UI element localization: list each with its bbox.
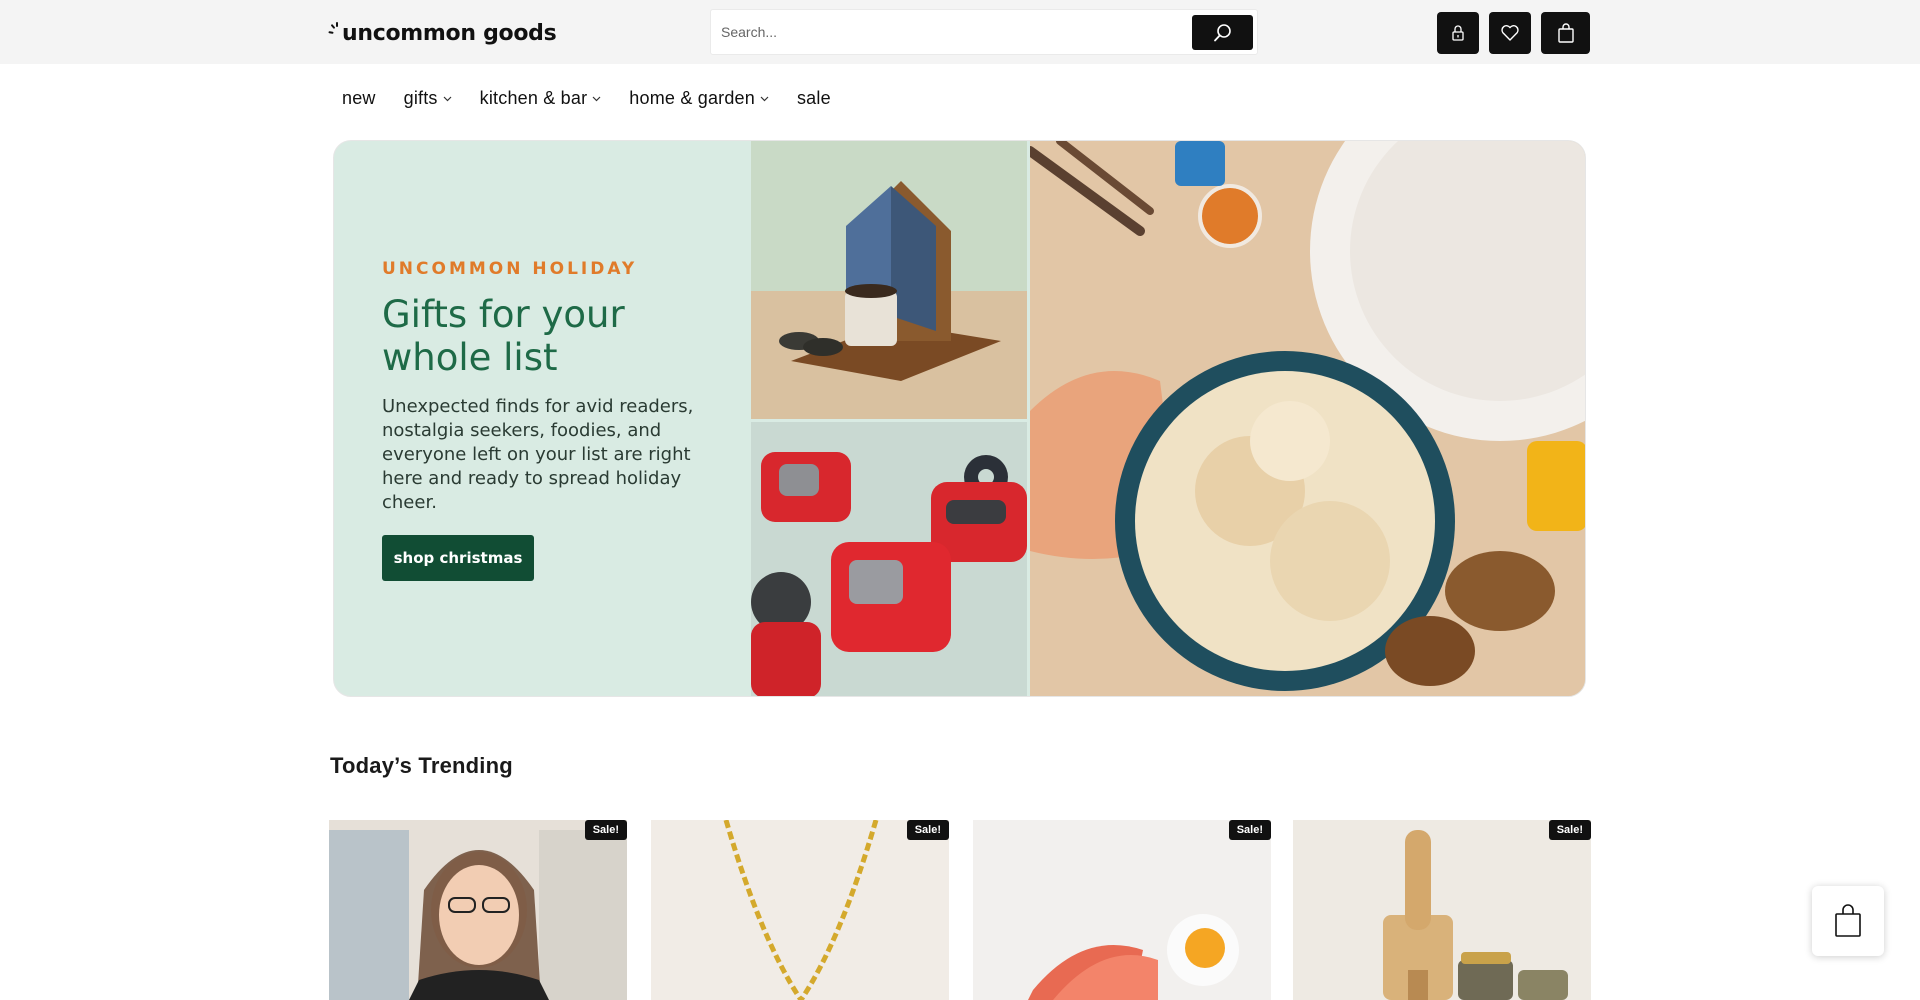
- trending-title: Today’s Trending: [330, 753, 513, 778]
- nav-item-new[interactable]: new: [342, 88, 376, 109]
- hero-copy: UNCOMMON HOLIDAY Gifts for your whole li…: [382, 259, 722, 515]
- hero-banner[interactable]: UNCOMMON HOLIDAY Gifts for your whole li…: [333, 140, 1586, 697]
- chevron-down-icon: [443, 96, 452, 102]
- chevron-down-icon: [592, 96, 601, 102]
- hero-body: Unexpected finds for avid readers, nosta…: [382, 396, 694, 513]
- product-card[interactable]: Sale!: [651, 820, 949, 1000]
- hero-photo-popcorn: [1025, 141, 1585, 696]
- search-input[interactable]: [721, 10, 1171, 54]
- main-nav: new gifts kitchen & bar home & garden sa…: [330, 82, 859, 114]
- account-button[interactable]: [1437, 12, 1479, 54]
- nav-item-sale[interactable]: sale: [797, 88, 831, 109]
- chevron-down-icon: [760, 96, 769, 102]
- hero-title: Gifts for your whole list: [382, 293, 625, 379]
- cart-button[interactable]: [1541, 12, 1590, 54]
- search-button[interactable]: [1192, 15, 1253, 50]
- product-image: [329, 820, 627, 1000]
- product-card[interactable]: Sale!: [973, 820, 1271, 1000]
- product-image: [651, 820, 949, 1000]
- nav-item-home-garden[interactable]: home & garden: [629, 88, 769, 109]
- header-bar: uncommon goods: [0, 0, 1920, 64]
- lock-icon: [1452, 25, 1464, 41]
- sale-badge: Sale!: [906, 820, 949, 840]
- sale-badge: Sale!: [584, 820, 627, 840]
- heart-icon: [1501, 25, 1519, 41]
- shopping-bag-icon: [1557, 23, 1574, 43]
- hero-eyebrow: UNCOMMON HOLIDAY: [382, 259, 638, 279]
- product-card[interactable]: Sale!: [329, 820, 627, 1000]
- logo-text: uncommon goods: [342, 20, 557, 46]
- site-logo[interactable]: uncommon goods: [328, 18, 557, 48]
- product-image: [1293, 820, 1591, 1000]
- nav-item-kitchen-bar[interactable]: kitchen & bar: [480, 88, 602, 109]
- product-image: [973, 820, 1271, 1000]
- search-box: [710, 9, 1258, 55]
- hero-photo-book-stand: [751, 141, 1027, 419]
- hero-photo-viewers: [751, 422, 1027, 696]
- logo-spark-icon: [328, 21, 340, 45]
- search-icon: [1213, 23, 1231, 41]
- nav-item-gifts[interactable]: gifts: [404, 88, 452, 109]
- wishlist-button[interactable]: [1489, 12, 1531, 54]
- floating-cart-button[interactable]: [1812, 886, 1884, 956]
- sale-badge: Sale!: [1228, 820, 1271, 840]
- shopping-bag-icon: [1835, 904, 1861, 937]
- sale-badge: Sale!: [1548, 820, 1591, 840]
- shop-christmas-button[interactable]: shop christmas: [382, 535, 534, 581]
- product-card[interactable]: Sale!: [1293, 820, 1591, 1000]
